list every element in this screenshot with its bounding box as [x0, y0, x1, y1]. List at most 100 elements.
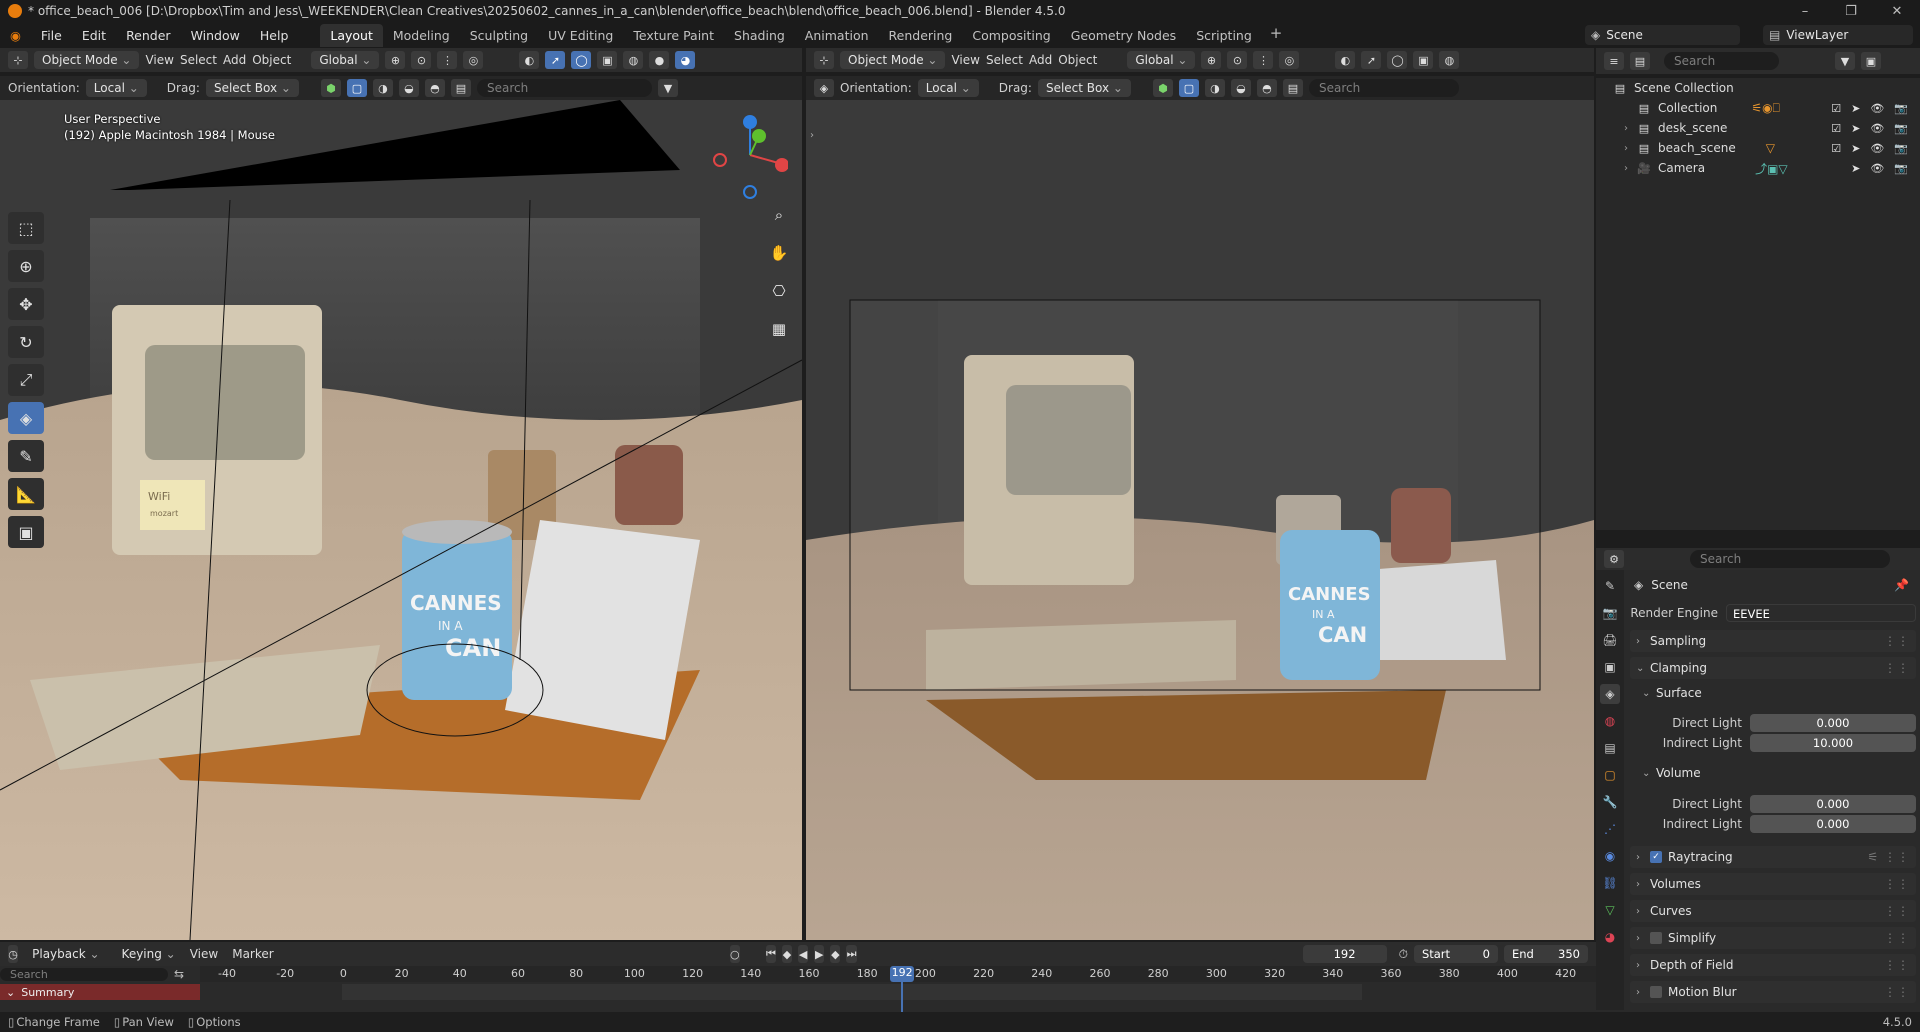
- current-frame-field[interactable]: 192: [1302, 945, 1387, 963]
- select-tool-icon[interactable]: ⬚: [8, 212, 44, 244]
- depth-of-field-panel[interactable]: › Depth of Field ⋮⋮: [1630, 954, 1916, 976]
- gizmo-icon[interactable]: ➚: [545, 51, 566, 69]
- select-mode-icon[interactable]: ▢: [346, 79, 367, 97]
- neg-z-axis-icon[interactable]: [743, 185, 757, 199]
- right-search-input[interactable]: Search: [1308, 79, 1459, 97]
- data-tab-icon[interactable]: ▽: [1600, 900, 1620, 920]
- outliner-row-camera[interactable]: › 🎥 Camera ⤴▣▽ ➤ 👁 📷: [1596, 158, 1920, 178]
- right-menu-object[interactable]: Object: [1058, 53, 1097, 67]
- menu-window[interactable]: Window: [181, 28, 250, 43]
- volume-subpanel[interactable]: ⌄ Volume: [1630, 762, 1916, 784]
- drag-handle-icon[interactable]: ⋮⋮: [1884, 931, 1910, 945]
- right-wireframe-shading-icon[interactable]: ◍: [1439, 51, 1460, 69]
- output-tab-icon[interactable]: 🖨: [1600, 630, 1620, 650]
- right-proportional-edit-icon[interactable]: ◎: [1279, 51, 1300, 69]
- motion-blur-checkbox[interactable]: [1650, 986, 1662, 998]
- annotate-tool-icon[interactable]: ✎: [8, 440, 44, 472]
- outliner-display-mode-icon[interactable]: ▤: [1630, 52, 1650, 70]
- sampling-panel[interactable]: › Sampling ⋮⋮: [1630, 630, 1916, 652]
- select-invert-icon[interactable]: ◓: [424, 79, 445, 97]
- playback-menu[interactable]: Playback: [24, 945, 107, 963]
- right-pivot-icon[interactable]: ⊕: [1201, 51, 1222, 69]
- end-frame-field[interactable]: End 350: [1503, 945, 1588, 963]
- prev-keyframe-icon[interactable]: ◆: [781, 945, 793, 963]
- surface-direct-field[interactable]: 0.000: [1750, 714, 1916, 732]
- camera-render-icon[interactable]: 📷: [1894, 102, 1908, 115]
- eye-icon[interactable]: 👁: [1870, 162, 1884, 175]
- right-snap-target-icon[interactable]: ⋮: [1253, 51, 1274, 69]
- wireframe-shading-icon[interactable]: ◍: [623, 51, 644, 69]
- motion-blur-panel[interactable]: › Motion Blur ⋮⋮: [1630, 981, 1916, 1003]
- properties-search-input[interactable]: Search: [1690, 550, 1890, 568]
- select-arrow-icon[interactable]: ➤: [1851, 122, 1860, 135]
- zoom-icon[interactable]: ⌕: [766, 202, 792, 228]
- object-mode-dropdown[interactable]: Object Mode: [34, 51, 140, 69]
- new-collection-icon[interactable]: ▣: [1861, 52, 1881, 70]
- select-intersect-icon[interactable]: ▤: [450, 79, 471, 97]
- outliner-row-beach-scene[interactable]: › ▤ beach_scene ▽ ☑ ➤ 👁 📷: [1596, 138, 1920, 158]
- ortho-grid-icon[interactable]: ▦: [766, 316, 792, 342]
- expand-arrow-icon[interactable]: ›: [1624, 143, 1636, 154]
- orientation-dropdown[interactable]: Local: [85, 79, 147, 97]
- drag-handle-icon[interactable]: ⋮⋮: [1884, 904, 1910, 918]
- volumes-panel[interactable]: › Volumes ⋮⋮: [1630, 873, 1916, 895]
- drag-dropdown[interactable]: Select Box: [205, 79, 299, 97]
- summary-row[interactable]: ⌄ Summary: [0, 984, 200, 1000]
- volume-direct-field[interactable]: 0.000: [1750, 795, 1916, 813]
- cursor-tool-icon[interactable]: ⊕: [8, 250, 44, 282]
- menu-select[interactable]: Select: [180, 53, 217, 67]
- menu-file[interactable]: File: [31, 28, 72, 43]
- scale-tool-icon[interactable]: ⤢: [8, 364, 44, 396]
- drag-handle-icon[interactable]: ⋮⋮: [1884, 634, 1910, 648]
- scene-tab-icon[interactable]: ◈: [1600, 684, 1620, 704]
- raytracing-panel[interactable]: › ✓ Raytracing ⚟ ⋮⋮: [1630, 846, 1916, 868]
- drag-handle-icon[interactable]: ⋮⋮: [1884, 877, 1910, 891]
- simplify-panel[interactable]: › Simplify ⋮⋮: [1630, 927, 1916, 949]
- pin-icon[interactable]: 📌: [1894, 578, 1910, 592]
- tab-texture-paint[interactable]: Texture Paint: [623, 24, 724, 47]
- right-menu-view[interactable]: View: [951, 53, 979, 67]
- add-workspace-icon[interactable]: +: [1262, 24, 1291, 47]
- world-tab-icon[interactable]: ◍: [1600, 711, 1620, 731]
- select-subtract-icon[interactable]: ◒: [398, 79, 419, 97]
- right-overlay-icon[interactable]: ◯: [1387, 51, 1408, 69]
- left-viewport[interactable]: WiFi mozart CANNES IN A CAN User Perspec…: [0, 100, 802, 940]
- scene-selector[interactable]: ◈ Scene: [1585, 25, 1740, 45]
- right-select-extend-icon[interactable]: ◑: [1204, 79, 1225, 97]
- left-search-input[interactable]: Search: [476, 79, 652, 97]
- viewport-collapse-arrow-icon[interactable]: ›: [810, 130, 814, 141]
- play-icon[interactable]: ▶: [814, 945, 825, 963]
- curves-panel[interactable]: › Curves ⋮⋮: [1630, 900, 1916, 922]
- outliner-editor-type-icon[interactable]: ≡: [1604, 52, 1624, 70]
- playhead-frame-indicator[interactable]: 192: [890, 966, 915, 982]
- right-xray-icon[interactable]: ▣: [1413, 51, 1434, 69]
- minimize-button[interactable]: –: [1782, 0, 1828, 22]
- editor-type-icon[interactable]: ⊹: [8, 51, 28, 69]
- clamping-panel[interactable]: ⌄ Clamping ⋮⋮: [1630, 657, 1916, 679]
- preset-icon[interactable]: ⚟ ⋮⋮: [1867, 850, 1910, 864]
- scene-collection-row[interactable]: ▤ Scene Collection: [1596, 78, 1920, 98]
- x-axis-icon[interactable]: [775, 158, 788, 172]
- menu-object[interactable]: Object: [252, 53, 291, 67]
- modifier-tab-icon[interactable]: 🔧: [1600, 792, 1620, 812]
- volume-indirect-field[interactable]: 0.000: [1750, 815, 1916, 833]
- drag-handle-icon[interactable]: ⋮⋮: [1884, 985, 1910, 999]
- particles-tab-icon[interactable]: ⋰: [1600, 819, 1620, 839]
- select-extend-icon[interactable]: ◑: [372, 79, 393, 97]
- eye-icon[interactable]: 👁: [1870, 102, 1884, 115]
- raytracing-checkbox[interactable]: ✓: [1650, 851, 1662, 863]
- timeline-search-input[interactable]: Search: [0, 967, 168, 981]
- select-arrow-icon[interactable]: ➤: [1851, 162, 1860, 175]
- select-arrow-icon[interactable]: ➤: [1851, 142, 1860, 155]
- right-visibility-icon[interactable]: ◐: [1335, 51, 1356, 69]
- right-select-subtract-icon[interactable]: ◒: [1230, 79, 1251, 97]
- expand-arrow-icon[interactable]: ›: [1624, 163, 1636, 174]
- xray-icon[interactable]: ▣: [597, 51, 618, 69]
- jump-start-icon[interactable]: ⏮: [765, 945, 776, 963]
- solid-shading-icon[interactable]: ●: [649, 51, 670, 69]
- menu-help[interactable]: Help: [250, 28, 299, 43]
- blender-menu-icon[interactable]: ◉: [0, 28, 31, 43]
- visibility-icon[interactable]: ◐: [519, 51, 540, 69]
- menu-render[interactable]: Render: [116, 28, 181, 43]
- overlay-icon[interactable]: ◯: [571, 51, 592, 69]
